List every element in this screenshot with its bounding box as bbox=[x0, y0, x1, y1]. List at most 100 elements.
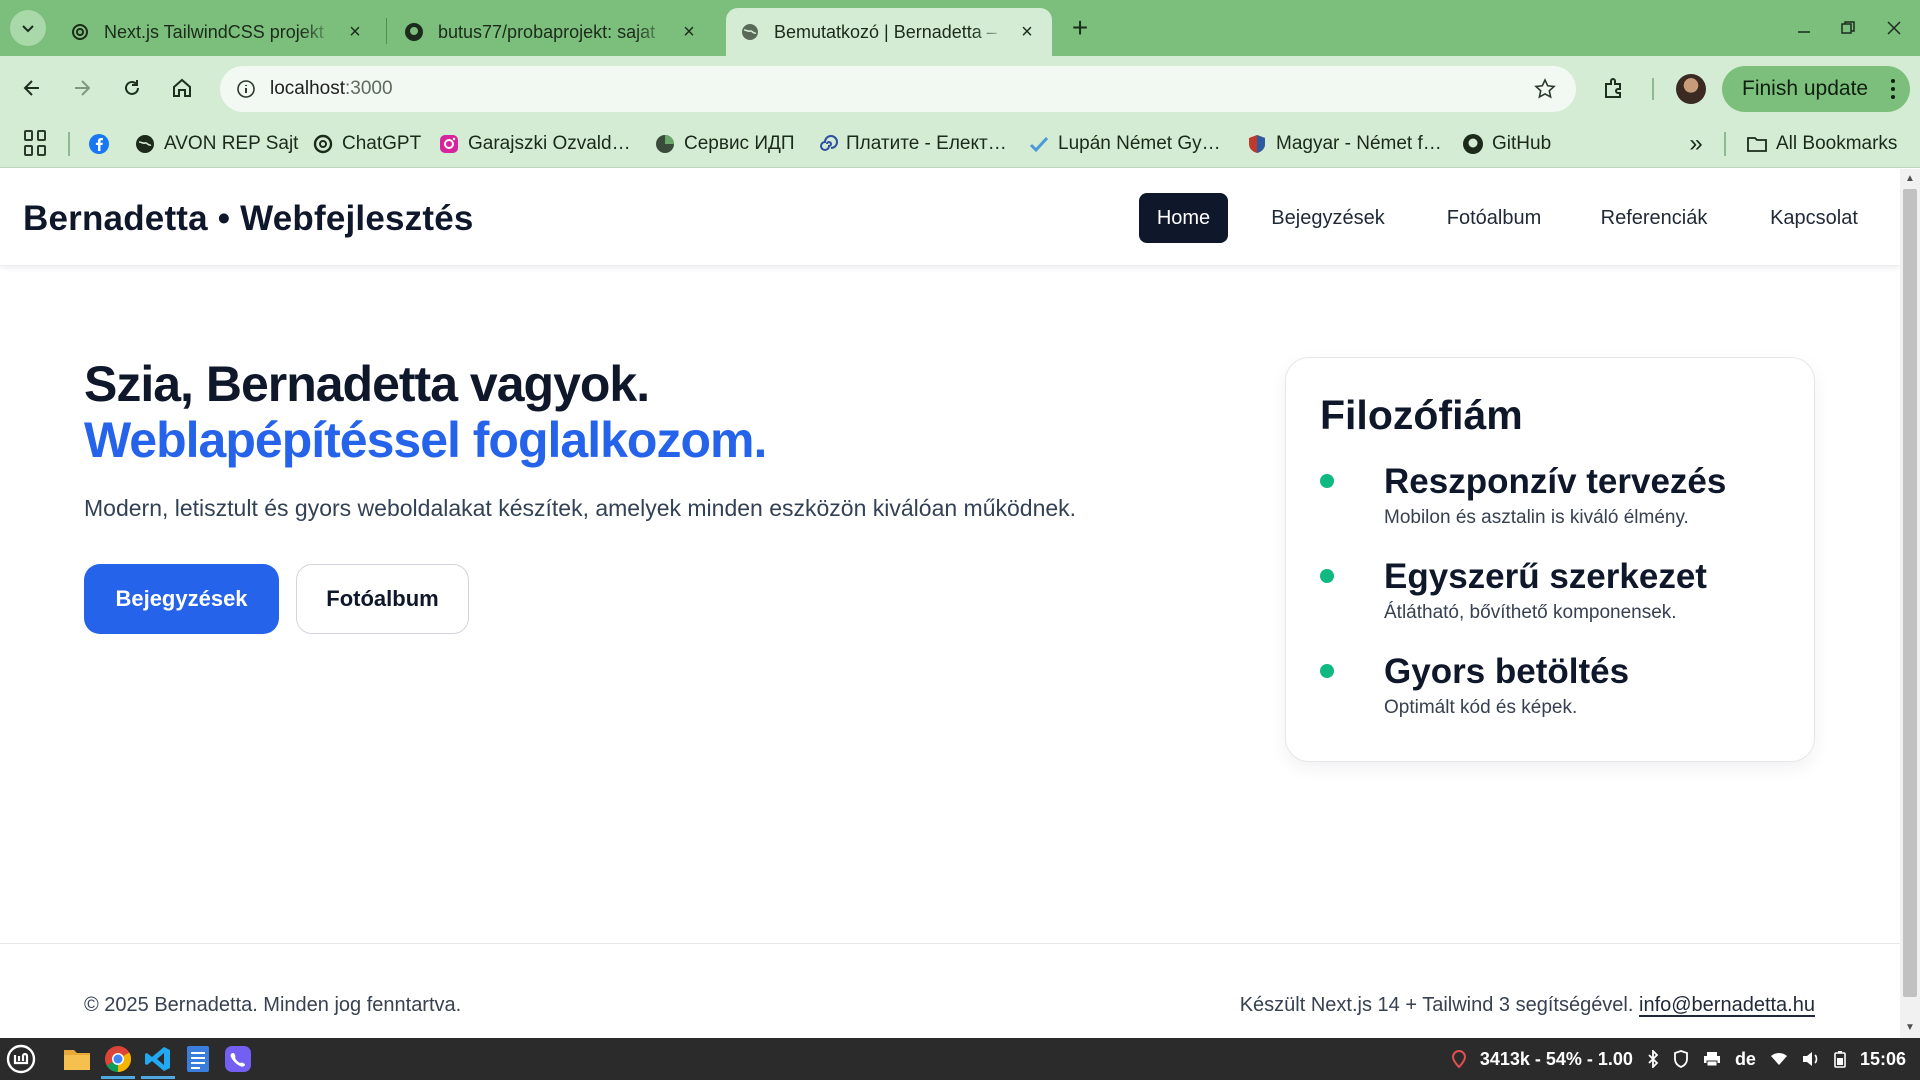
bullet-dot-icon bbox=[1320, 569, 1334, 583]
printer-icon[interactable] bbox=[1703, 1051, 1721, 1067]
nav-home[interactable]: Home bbox=[1139, 193, 1228, 243]
os-taskbar: 3413k - 54% - 1.00 de 15:06 bbox=[0, 1038, 1920, 1080]
keyboard-layout[interactable]: de bbox=[1735, 1049, 1756, 1070]
files-icon[interactable] bbox=[60, 1042, 94, 1076]
mint-menu-icon[interactable] bbox=[4, 1042, 38, 1076]
scroll-up-icon[interactable]: ▲ bbox=[1904, 173, 1916, 185]
volume-icon[interactable] bbox=[1802, 1051, 1820, 1067]
site-info-icon[interactable] bbox=[232, 75, 260, 103]
bookmark-label: AVON REP Sajt bbox=[164, 133, 299, 154]
reload-icon bbox=[125, 80, 139, 95]
address-bar[interactable]: localhost:3000 bbox=[220, 66, 1576, 112]
fotoalbum-button[interactable]: Fotóalbum bbox=[296, 564, 469, 634]
bookmark-instagram[interactable]: Garajszki Ozvald… bbox=[438, 130, 631, 158]
active-app-indicator bbox=[101, 1076, 135, 1079]
site-brand[interactable]: Bernadetta • Webfejlesztés bbox=[23, 199, 474, 239]
bookmark-magyar-nemet[interactable]: Magyar - Német f… bbox=[1246, 130, 1442, 158]
home-icon bbox=[173, 78, 191, 97]
bullet-dot-icon bbox=[1320, 474, 1334, 488]
all-bookmarks[interactable]: All Bookmarks bbox=[1746, 130, 1897, 158]
bookmark-label: Сервис ИДП bbox=[684, 133, 795, 154]
restore-icon[interactable] bbox=[1832, 12, 1864, 44]
tab-nextjs[interactable]: Next.js TailwindCSS projekt × bbox=[56, 8, 380, 56]
bullet-dot-icon bbox=[1320, 664, 1334, 678]
philosophy-item-desc: Optimált kód és képek. bbox=[1384, 697, 1578, 718]
bookmark-chatgpt[interactable]: ChatGPT bbox=[312, 130, 421, 158]
philosophy-item-title: Gyors betöltés bbox=[1384, 652, 1630, 691]
tab-title: Bemutatkozó | Bernadetta – bbox=[774, 21, 997, 42]
clock[interactable]: 15:06 bbox=[1860, 1049, 1906, 1070]
instagram-icon bbox=[438, 133, 460, 155]
scrollbar-thumb[interactable] bbox=[1903, 189, 1917, 997]
extensions-icon[interactable] bbox=[1598, 72, 1630, 104]
chevron-double-right-icon[interactable]: » bbox=[1682, 130, 1710, 158]
finish-update-button[interactable]: Finish update bbox=[1722, 66, 1910, 112]
built-with-text: Készült Next.js 14 + Tailwind 3 segítség… bbox=[1239, 994, 1634, 1016]
bookmark-facebook[interactable] bbox=[88, 130, 118, 158]
bookmarks-divider bbox=[1724, 132, 1726, 156]
battery-icon[interactable] bbox=[1834, 1050, 1846, 1068]
bookmark-star-icon[interactable] bbox=[1532, 76, 1558, 102]
bookmark-lupan[interactable]: Lupán Német Gy… bbox=[1028, 130, 1221, 158]
security-shield-icon[interactable] bbox=[1673, 1050, 1689, 1068]
apps-grid-icon[interactable] bbox=[24, 130, 50, 156]
pie-icon bbox=[654, 133, 676, 155]
footer-credits: Készült Next.js 14 + Tailwind 3 segítség… bbox=[1240, 994, 1815, 1017]
tab-github[interactable]: butus77/probaprojekt: sajat × bbox=[390, 8, 714, 56]
bookmark-github[interactable]: GitHub bbox=[1462, 130, 1551, 158]
globe-icon bbox=[134, 133, 156, 155]
facebook-icon bbox=[88, 133, 110, 155]
bejegyzesek-button[interactable]: Bejegyzések bbox=[84, 564, 279, 634]
bookmark-label: ChatGPT bbox=[342, 133, 422, 154]
tab-search-button[interactable] bbox=[10, 10, 46, 46]
nav-fotoalbum[interactable]: Fotóalbum bbox=[1428, 193, 1560, 243]
bookmark-label: GitHub bbox=[1492, 133, 1552, 154]
philosophy-item-title: Reszponzív tervezés bbox=[1384, 462, 1727, 501]
philosophy-title: Filozófiám bbox=[1320, 392, 1523, 438]
text-editor-icon[interactable] bbox=[181, 1042, 215, 1076]
finish-update-label: Finish update bbox=[1742, 77, 1869, 100]
forward-button[interactable] bbox=[62, 68, 102, 108]
system-tray: 3413k - 54% - 1.00 de 15:06 bbox=[1451, 1038, 1920, 1080]
tab-title: butus77/probaprojekt: sajat bbox=[438, 21, 656, 42]
profile-avatar[interactable] bbox=[1676, 74, 1706, 104]
tab-bemutatkozo[interactable]: Bemutatkozó | Bernadetta – × bbox=[726, 8, 1052, 56]
close-icon[interactable]: × bbox=[344, 21, 366, 43]
philosophy-card: Filozófiám Reszponzív tervezés Mobilon é… bbox=[1285, 357, 1815, 762]
bookmark-platite[interactable]: Платите - Елект… bbox=[816, 130, 1007, 158]
vscode-icon[interactable] bbox=[141, 1042, 175, 1076]
hero-title: Szia, Bernadetta vagyok. bbox=[84, 356, 650, 412]
url-port: :3000 bbox=[345, 78, 393, 99]
bookmark-idp[interactable]: Сервис ИДП bbox=[654, 130, 795, 158]
philosophy-item-desc: Átlátható, bővíthető komponensek. bbox=[1384, 602, 1677, 623]
minimize-icon[interactable] bbox=[1788, 12, 1820, 44]
email-link[interactable]: info@bernadetta.hu bbox=[1639, 994, 1815, 1016]
home-button[interactable] bbox=[162, 68, 202, 108]
spiral-icon bbox=[816, 133, 838, 155]
chevron-down-icon bbox=[22, 25, 34, 33]
nav-referenciak[interactable]: Referenciák bbox=[1582, 193, 1726, 243]
copyright-text: © 2025 Bernadetta. Minden jog fenntartva… bbox=[84, 994, 462, 1016]
system-stats[interactable]: 3413k - 54% - 1.00 bbox=[1480, 1049, 1633, 1070]
nav-bejegyzesek[interactable]: Bejegyzések bbox=[1250, 193, 1406, 243]
reload-button[interactable] bbox=[112, 68, 152, 108]
wifi-icon[interactable] bbox=[1770, 1052, 1788, 1066]
chrome-icon[interactable] bbox=[101, 1042, 135, 1076]
bookmark-avon[interactable]: AVON REP Sajt bbox=[134, 130, 298, 158]
web-page: Bernadetta • Webfejlesztés Home Bejegyzé… bbox=[0, 169, 1900, 1038]
page-scrollbar[interactable]: ▲ ▼ bbox=[1900, 169, 1920, 1038]
check-icon bbox=[1028, 133, 1050, 155]
back-button[interactable] bbox=[12, 68, 52, 108]
url-host: localhost bbox=[270, 78, 345, 99]
philosophy-item-desc: Mobilon és asztalin is kiváló élmény. bbox=[1384, 507, 1689, 528]
bookmark-label: Платите - Елект… bbox=[846, 133, 1007, 154]
bluetooth-icon[interactable] bbox=[1647, 1050, 1659, 1068]
close-window-icon[interactable] bbox=[1878, 12, 1910, 44]
viber-icon[interactable] bbox=[221, 1042, 255, 1076]
new-tab-button[interactable]: + bbox=[1064, 12, 1096, 44]
close-icon[interactable]: × bbox=[678, 21, 700, 43]
scroll-down-icon[interactable]: ▼ bbox=[1904, 1022, 1916, 1034]
close-icon[interactable]: × bbox=[1016, 21, 1038, 43]
nav-kapcsolat[interactable]: Kapcsolat bbox=[1748, 193, 1880, 243]
bookmark-label: Magyar - Német f… bbox=[1276, 133, 1442, 154]
